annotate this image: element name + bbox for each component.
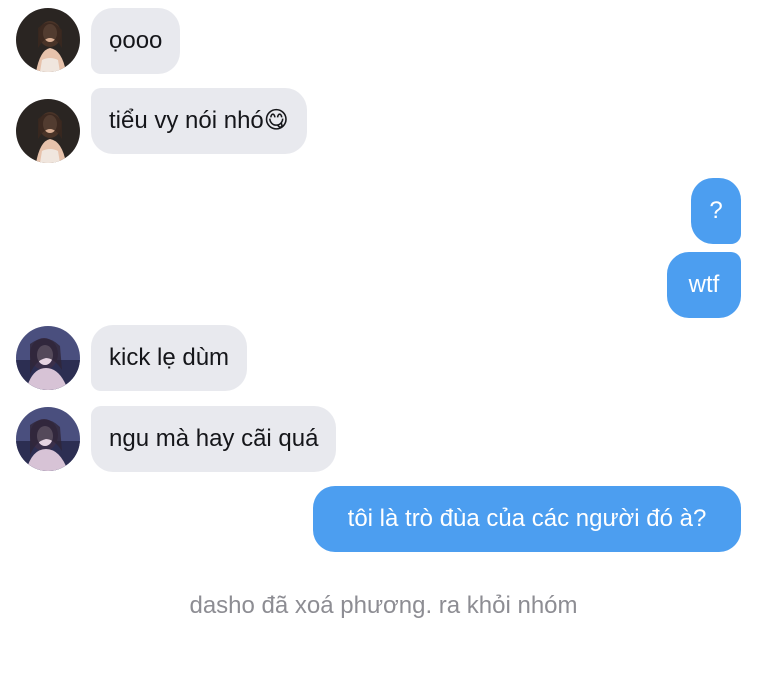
message-text: wtf	[688, 271, 720, 298]
system-notification: dasho đã xoá phương. ra khỏi nhóm	[189, 592, 578, 619]
sender-avatar[interactable]	[16, 99, 80, 163]
message-text: ọooo	[109, 27, 163, 54]
avatar-photo	[16, 99, 80, 163]
message-text: tôi là trò đùa của các người đó à?	[347, 505, 707, 532]
avatar-photo	[16, 407, 80, 471]
message-bubble-outgoing[interactable]: tôi là trò đùa của các người đó à?	[313, 486, 741, 552]
message-bubble-incoming[interactable]: kick lẹ dùm	[91, 325, 248, 391]
sender-avatar[interactable]	[16, 8, 80, 72]
message-bubble-incoming[interactable]: tiểu vy nói nhó😋	[91, 88, 307, 154]
avatar-photo	[16, 326, 80, 390]
message-bubble-incoming[interactable]: ngu mà hay cãi quá	[91, 406, 337, 472]
message-bubble-incoming[interactable]: ọooo	[91, 8, 181, 74]
message-text: kick lẹ dùm	[109, 344, 230, 371]
message-text: tiểu vy nói nhó😋	[109, 107, 289, 134]
avatar-photo	[16, 8, 80, 72]
message-text: ?	[709, 197, 723, 224]
sender-avatar[interactable]	[16, 326, 80, 390]
message-bubble-outgoing[interactable]: wtf	[667, 252, 741, 318]
message-text: ngu mà hay cãi quá	[109, 425, 319, 452]
sender-avatar[interactable]	[16, 407, 80, 471]
message-bubble-outgoing[interactable]: ?	[691, 178, 741, 244]
